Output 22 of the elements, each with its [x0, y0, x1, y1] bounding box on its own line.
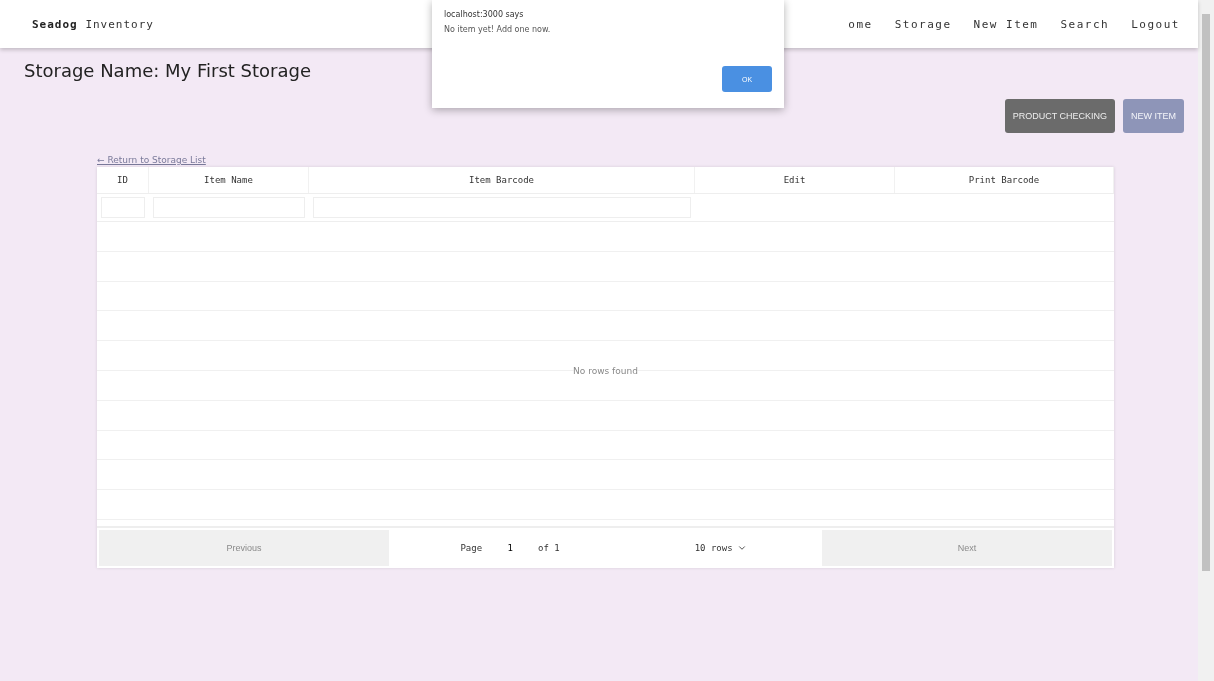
column-header[interactable]: Item Name: [149, 167, 309, 193]
column-header[interactable]: ID: [97, 167, 149, 193]
caret-icon: [736, 543, 747, 553]
column-header[interactable]: Item Barcode: [309, 167, 695, 193]
dialog-message: No item yet! Add one now.: [444, 25, 552, 34]
column-header[interactable]: Edit: [695, 167, 895, 193]
page-heading: Storage Name: My First Storage: [24, 60, 311, 81]
nav-link[interactable]: Logout: [1131, 17, 1180, 31]
nav-link[interactable]: Search: [1060, 17, 1110, 31]
rows-select[interactable]: 10 rows: [690, 541, 751, 555]
back-link[interactable]: ← Return to Storage List: [97, 155, 206, 165]
column-header[interactable]: Print Barcode: [895, 167, 1114, 193]
nav-link[interactable]: ome: [848, 17, 873, 31]
page-label: Page: [460, 543, 483, 553]
nav-link[interactable]: New Item: [973, 17, 1039, 31]
empty-message: No rows found: [573, 366, 638, 376]
scrollbar-thumb[interactable]: [1202, 14, 1210, 571]
dialog-title: localhost:3000 says: [444, 10, 525, 19]
brand-logo[interactable]: Seadog Inventory: [32, 17, 154, 31]
page-count: of 1: [538, 543, 560, 553]
action-button[interactable]: PRODUCT CHECKING: [1004, 99, 1115, 133]
nav-link[interactable]: Storage: [894, 17, 952, 31]
